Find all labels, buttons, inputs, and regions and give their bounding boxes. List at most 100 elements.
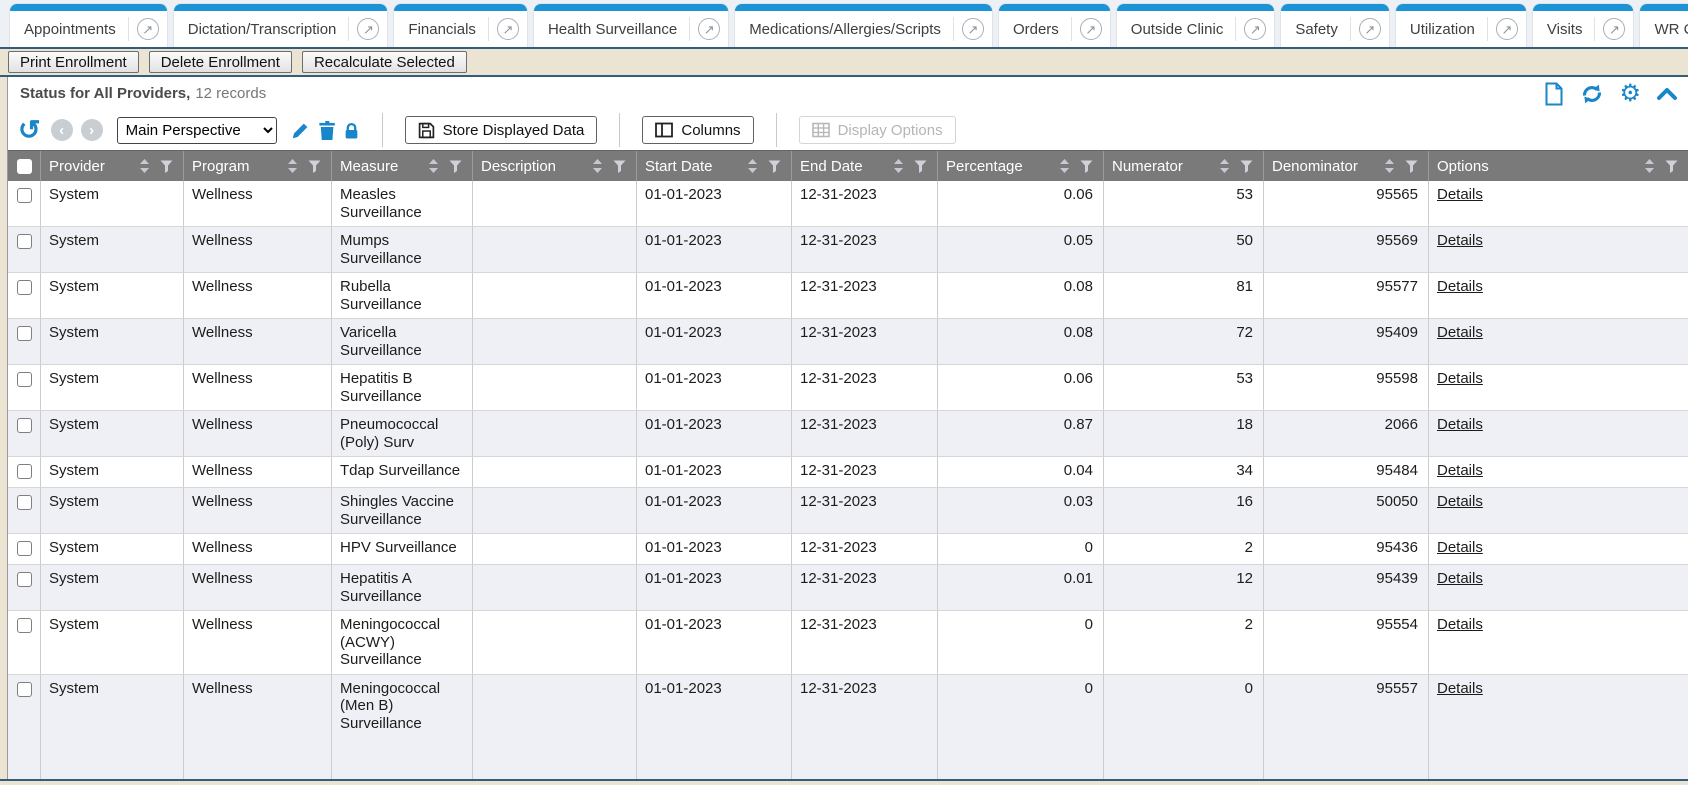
details-link[interactable]: Details (1437, 370, 1483, 387)
row-checkbox[interactable] (17, 495, 32, 510)
open-in-new-window-icon[interactable]: ↗ (1244, 18, 1266, 40)
forward-icon[interactable]: › (81, 119, 103, 141)
refresh-icon[interactable] (1580, 82, 1604, 106)
filter-icon[interactable] (449, 160, 462, 173)
filter-icon[interactable] (1080, 160, 1093, 173)
sort-icon[interactable] (287, 159, 298, 173)
collapse-chevron-icon[interactable] (1656, 86, 1678, 102)
filter-icon[interactable] (613, 160, 626, 173)
undo-icon[interactable]: ↺ (18, 117, 41, 144)
perspective-select[interactable]: Main Perspective (117, 117, 277, 144)
details-link[interactable]: Details (1437, 232, 1483, 249)
filter-icon[interactable] (308, 160, 321, 173)
module-tab[interactable]: Financials ↗ (394, 4, 527, 47)
module-tab[interactable]: Safety ↗ (1281, 4, 1389, 47)
column-header[interactable]: Start Date (637, 151, 792, 181)
row-checkbox[interactable] (17, 541, 32, 556)
sort-icon[interactable] (747, 159, 758, 173)
column-label: Program (192, 158, 250, 175)
details-link[interactable]: Details (1437, 493, 1483, 510)
column-header[interactable]: Description (473, 151, 637, 181)
cell-percentage: 0.08 (938, 273, 1104, 318)
filter-icon[interactable] (1240, 160, 1253, 173)
details-link[interactable]: Details (1437, 616, 1483, 633)
lock-icon[interactable] (343, 121, 360, 140)
column-header[interactable]: Options (1429, 151, 1688, 181)
sort-icon[interactable] (893, 159, 904, 173)
column-header[interactable]: Provider (41, 151, 184, 181)
details-link[interactable]: Details (1437, 680, 1483, 697)
sort-icon[interactable] (139, 159, 150, 173)
sort-icon[interactable] (592, 159, 603, 173)
row-checkbox[interactable] (17, 188, 32, 203)
module-tab[interactable]: Visits ↗ (1533, 4, 1634, 47)
sort-icon[interactable] (1644, 159, 1655, 173)
display-options-button[interactable]: Display Options (799, 116, 956, 144)
sort-icon[interactable] (428, 159, 439, 173)
open-in-new-window-icon[interactable]: ↗ (1496, 18, 1518, 40)
recalculate-selected-button[interactable]: Recalculate Selected (302, 51, 467, 73)
details-link[interactable]: Details (1437, 539, 1483, 556)
details-link[interactable]: Details (1437, 416, 1483, 433)
module-tab[interactable]: Appointments ↗ (10, 4, 167, 47)
module-tab[interactable]: WR Case Mgmt ↗ (1640, 4, 1688, 47)
module-tab[interactable]: Medications/Allergies/Scripts ↗ (735, 4, 992, 47)
open-in-new-window-icon[interactable]: ↗ (497, 18, 519, 40)
row-checkbox[interactable] (17, 682, 32, 697)
row-checkbox[interactable] (17, 234, 32, 249)
open-in-new-window-icon[interactable]: ↗ (962, 18, 984, 40)
column-header[interactable]: End Date (792, 151, 938, 181)
row-checkbox[interactable] (17, 326, 32, 341)
sort-icon[interactable] (1059, 159, 1070, 173)
select-all-checkbox[interactable] (17, 159, 32, 174)
open-in-new-window-icon[interactable]: ↗ (1080, 18, 1102, 40)
row-checkbox[interactable] (17, 572, 32, 587)
filter-icon[interactable] (914, 160, 927, 173)
column-header[interactable]: Denominator (1264, 151, 1429, 181)
print-enrollment-button[interactable]: Print Enrollment (8, 51, 139, 73)
open-in-new-window-icon[interactable]: ↗ (698, 18, 720, 40)
row-checkbox[interactable] (17, 372, 32, 387)
details-link[interactable]: Details (1437, 462, 1483, 479)
new-document-icon[interactable] (1543, 82, 1565, 106)
column-header[interactable]: Percentage (938, 151, 1104, 181)
open-in-new-window-icon[interactable]: ↗ (137, 18, 159, 40)
details-link[interactable]: Details (1437, 324, 1483, 341)
delete-trash-icon[interactable] (318, 121, 335, 140)
filter-icon[interactable] (1405, 160, 1418, 173)
row-checkbox[interactable] (17, 618, 32, 633)
tab-label: Utilization (1410, 21, 1475, 38)
module-tab[interactable]: Utilization ↗ (1396, 4, 1526, 47)
module-tab[interactable]: Dictation/Transcription ↗ (174, 4, 388, 47)
column-header[interactable]: Measure (332, 151, 473, 181)
back-icon[interactable]: ‹ (51, 119, 73, 141)
filter-icon[interactable] (768, 160, 781, 173)
filter-icon[interactable] (1665, 160, 1678, 173)
module-tab[interactable]: Health Surveillance ↗ (534, 4, 728, 47)
filter-icon[interactable] (160, 160, 173, 173)
column-header[interactable]: Numerator (1104, 151, 1264, 181)
details-link[interactable]: Details (1437, 278, 1483, 295)
open-in-new-window-icon[interactable]: ↗ (357, 18, 379, 40)
settings-gear-icon[interactable]: ⚙ (1619, 82, 1641, 106)
cell-percentage: 0.05 (938, 227, 1104, 272)
module-tab[interactable]: Orders ↗ (999, 4, 1110, 47)
row-checkbox[interactable] (17, 464, 32, 479)
edit-pencil-icon[interactable] (291, 121, 310, 140)
delete-enrollment-button[interactable]: Delete Enrollment (149, 51, 292, 73)
sort-icon[interactable] (1219, 159, 1230, 173)
details-link[interactable]: Details (1437, 186, 1483, 203)
store-displayed-data-button[interactable]: Store Displayed Data (405, 116, 598, 144)
details-link[interactable]: Details (1437, 570, 1483, 587)
row-checkbox[interactable] (17, 280, 32, 295)
open-in-new-window-icon[interactable]: ↗ (1359, 18, 1381, 40)
cell-numerator: 53 (1104, 365, 1264, 410)
open-in-new-window-icon[interactable]: ↗ (1603, 18, 1625, 40)
select-all-header-cell[interactable] (8, 151, 41, 181)
row-checkbox[interactable] (17, 418, 32, 433)
columns-button[interactable]: Columns (642, 116, 753, 144)
sort-icon[interactable] (1384, 159, 1395, 173)
column-header[interactable]: Program (184, 151, 332, 181)
module-tab[interactable]: Outside Clinic ↗ (1117, 4, 1275, 47)
cell-provider: System (41, 411, 184, 456)
